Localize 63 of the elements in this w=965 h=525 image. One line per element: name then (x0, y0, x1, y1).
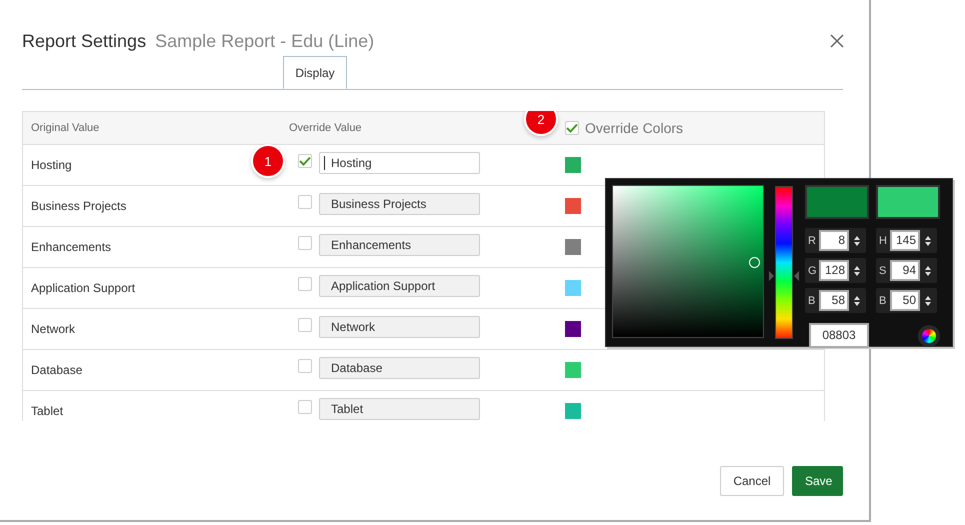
saturation-field[interactable] (612, 185, 764, 338)
spinner-icon[interactable] (854, 236, 860, 246)
checkbox[interactable] (298, 195, 312, 209)
hex-field[interactable]: 08803 (809, 323, 869, 348)
table-cell: Database (31, 363, 82, 377)
input-field[interactable]: Database (319, 357, 480, 379)
number-field[interactable]: 145 (890, 230, 920, 251)
number-field[interactable]: 58 (819, 290, 849, 311)
field-label: H (879, 234, 888, 246)
column-header: Override Value (289, 122, 363, 134)
spinner-icon[interactable] (854, 296, 860, 306)
color-swatch[interactable] (565, 156, 581, 172)
field-label: B (879, 294, 888, 306)
spinner-icon[interactable] (854, 266, 860, 276)
color-swatch[interactable] (565, 320, 581, 336)
color-swatch[interactable] (565, 198, 581, 214)
checkbox[interactable] (298, 318, 312, 332)
color-swatch[interactable] (565, 280, 581, 296)
column-header: Original Value (30, 122, 100, 134)
table-cell: Network (31, 322, 76, 336)
spinner-icon[interactable] (925, 236, 931, 246)
table-cell: Application Support (31, 281, 136, 295)
color-wheel-icon[interactable] (922, 328, 936, 342)
field-label: G (808, 264, 817, 276)
input-field[interactable]: Hosting (319, 152, 480, 174)
color-swatch[interactable] (565, 238, 581, 254)
table-cell: Enhancements (31, 240, 112, 254)
step-badge: 1 (253, 146, 283, 176)
number-field[interactable]: 128 (819, 260, 849, 281)
color-swatch[interactable] (565, 362, 581, 378)
checkbox[interactable] (298, 277, 312, 291)
field-label: B (808, 294, 816, 306)
checkbox[interactable] (298, 154, 312, 168)
input-field[interactable]: Tablet (319, 398, 480, 420)
number-field[interactable]: 94 (890, 260, 920, 281)
save-button[interactable]: Save (792, 466, 843, 496)
checkbox-label: Override Colors (585, 120, 684, 136)
number-field[interactable]: 8 (819, 230, 849, 251)
input-field[interactable]: Business Projects (319, 193, 480, 215)
report-name: Sample Report - Edu (Line) (155, 30, 374, 52)
table-cell: Hosting (31, 158, 72, 172)
close-icon[interactable] (830, 34, 844, 48)
input-field[interactable]: Application Support (319, 275, 480, 297)
spinner-icon[interactable] (925, 266, 931, 276)
table-cell: Business Projects (31, 199, 126, 213)
checkbox[interactable] (298, 236, 312, 250)
field-label: S (879, 264, 888, 276)
step-badge: 2 (526, 111, 556, 134)
checkbox[interactable] (298, 400, 312, 414)
field-label: R (808, 234, 817, 246)
hue-slider[interactable] (769, 186, 799, 339)
input-field[interactable]: Enhancements (319, 234, 480, 256)
dialog-title: Report Settings (22, 30, 146, 52)
color-swatch[interactable] (565, 402, 581, 418)
number-field[interactable]: 50 (890, 290, 920, 311)
checkbox[interactable] (565, 121, 579, 135)
cancel-button[interactable]: Cancel (720, 466, 784, 496)
spinner-icon[interactable] (925, 296, 931, 306)
table-cell: Tablet (31, 404, 64, 418)
input-field[interactable]: Network (319, 316, 480, 338)
tab[interactable]: Display (283, 56, 347, 89)
hue-marker[interactable] (769, 271, 799, 282)
checkbox[interactable] (298, 359, 312, 373)
